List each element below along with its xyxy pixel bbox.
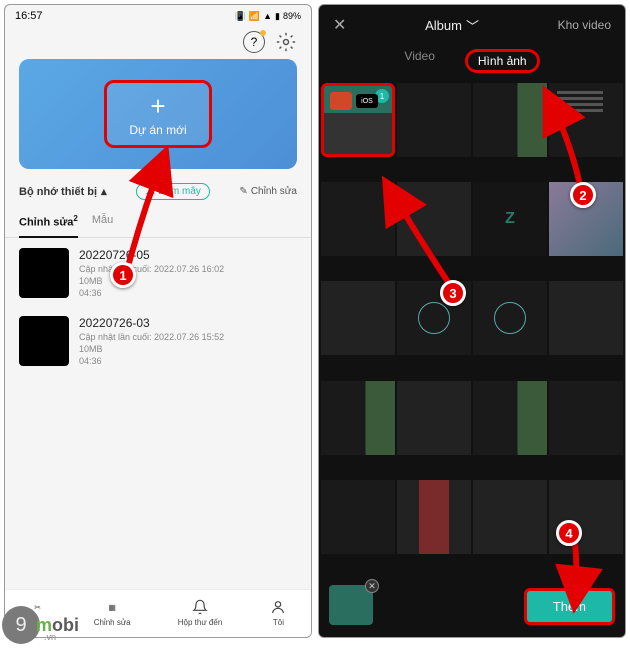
battery-pct: 89% <box>283 11 301 21</box>
storage-label[interactable]: Bộ nhớ thiết bị ▴ <box>19 185 107 198</box>
nav-template[interactable]: ▦ Chỉnh sửa <box>94 598 131 627</box>
project-thumb <box>19 248 69 298</box>
vibrate-icon: 📳 <box>235 11 246 22</box>
media-item[interactable] <box>549 381 623 455</box>
template-icon: ▦ <box>103 598 121 616</box>
media-item[interactable] <box>397 480 471 554</box>
status-icons: 📳 📶 ▲ ▮ 89% <box>235 11 301 22</box>
project-size: 10MB <box>79 344 224 354</box>
media-item[interactable]: Z <box>473 182 547 256</box>
pencil-icon: ✎ <box>239 186 247 197</box>
nav-me[interactable]: Tôi <box>269 598 287 627</box>
bell-icon <box>191 598 209 616</box>
media-item-selected[interactable]: 1 <box>321 83 395 157</box>
media-item[interactable] <box>397 381 471 455</box>
project-title: 20220726-03 <box>79 316 224 330</box>
project-size: 10MB <box>79 276 224 286</box>
tab-edit[interactable]: Chỉnh sửa2 <box>19 208 78 237</box>
status-bar: 16:57 📳 📶 ▲ ▮ 89% <box>5 5 311 27</box>
watermark: 9 mobi .vn <box>2 606 79 644</box>
close-icon[interactable]: ✕ <box>333 15 346 35</box>
media-item[interactable] <box>549 281 623 355</box>
annotation-arrow-1 <box>124 148 184 273</box>
annotation-arrow-3 <box>380 180 460 295</box>
project-duration: 04:36 <box>79 356 224 366</box>
media-type-tabs: Video Hình ảnh <box>319 41 625 83</box>
media-item[interactable] <box>321 381 395 455</box>
project-duration: 04:36 <box>79 288 224 298</box>
project-item[interactable]: 20220726-03 Cập nhật lần cuối: 2022.07.2… <box>19 316 297 366</box>
media-item[interactable] <box>473 480 547 554</box>
annotation-arrow-2 <box>540 90 600 195</box>
selection-badge: 1 <box>375 89 389 103</box>
status-time: 16:57 <box>15 10 43 22</box>
media-item[interactable] <box>473 83 547 157</box>
project-thumb <box>19 316 69 366</box>
picker-header: ✕ Album ﹀ Kho video <box>319 5 625 41</box>
watermark-badge: 9 <box>2 606 40 644</box>
caret-up-icon: ▴ <box>101 185 107 198</box>
media-item[interactable] <box>473 381 547 455</box>
tab-template[interactable]: Mẫu <box>92 208 113 237</box>
project-list: 20220726-05 Cập nhật lần cuối: 2022.07.2… <box>5 238 311 589</box>
stock-video-link[interactable]: Kho video <box>558 18 611 32</box>
tab-video[interactable]: Video <box>404 49 434 73</box>
settings-icon[interactable] <box>275 31 297 53</box>
media-item[interactable] <box>473 281 547 355</box>
help-icon[interactable]: ? <box>243 31 265 53</box>
top-actions: ? <box>5 27 311 59</box>
media-item[interactable] <box>397 83 471 157</box>
nav-inbox[interactable]: Hộp thư đến <box>178 598 223 627</box>
remove-icon[interactable]: ✕ <box>365 579 379 593</box>
plus-icon: + <box>150 93 165 119</box>
person-icon <box>269 598 287 616</box>
wifi-icon: ▲ <box>263 11 272 21</box>
annotation-marker-1: 1 <box>110 262 136 288</box>
new-project-label: Dự án mới <box>129 123 186 137</box>
chevron-down-icon: ﹀ <box>466 16 479 35</box>
new-project-button[interactable]: + Dự án mới <box>104 80 211 148</box>
annotation-marker-3: 3 <box>440 280 466 306</box>
annotation-marker-4: 4 <box>556 520 582 546</box>
signal-icon: 📶 <box>249 11 260 22</box>
battery-icon: ▮ <box>275 11 280 22</box>
project-updated: Cập nhật lần cuối: 2022.07.26 15:52 <box>79 332 224 342</box>
album-dropdown[interactable]: Album ﹀ <box>346 16 557 35</box>
annotation-arrow-4 <box>560 540 600 615</box>
annotation-marker-2: 2 <box>570 182 596 208</box>
media-item[interactable] <box>321 480 395 554</box>
selected-thumb[interactable]: ✕ <box>329 585 373 625</box>
tab-image[interactable]: Hình ảnh <box>465 49 540 73</box>
screen-left: 16:57 📳 📶 ▲ ▮ 89% ? + Dự án mới <box>4 4 312 638</box>
edit-button[interactable]: ✎ Chỉnh sửa <box>239 186 297 197</box>
